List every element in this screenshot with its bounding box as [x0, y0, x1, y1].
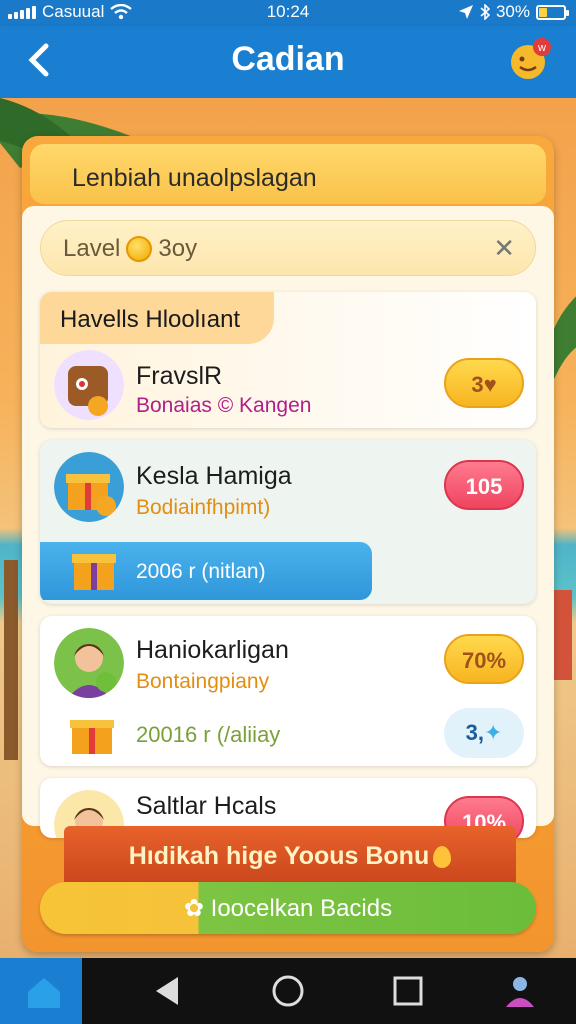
bottom-nav: [0, 958, 576, 1024]
drop-icon: [433, 846, 452, 868]
score-badge[interactable]: 105: [444, 460, 524, 510]
score-badge[interactable]: 70%: [444, 634, 524, 684]
card-name: Haniokarligan: [136, 636, 289, 664]
home-nav-icon[interactable]: [268, 971, 308, 1011]
card-name: Saltlar Hcals: [136, 792, 277, 820]
card-subtitle: Bontaingpiany: [136, 670, 270, 693]
reward-text: 20016 r (/aliiay: [136, 722, 281, 747]
battery-icon: [536, 4, 569, 20]
card-name: Kesla Hamiga: [136, 462, 292, 490]
close-icon: ✕: [493, 233, 515, 263]
card-name: FravslR: [136, 362, 223, 390]
heart-icon: ♥: [483, 372, 497, 397]
bluetooth-icon: [480, 4, 490, 20]
location-icon: [458, 5, 473, 19]
home-icon: [28, 978, 60, 1008]
level-value: 3oy: [158, 235, 198, 262]
avatar-notification-icon[interactable]: w: [508, 36, 554, 82]
leaderboard-card[interactable]: Haniokarligan Bontaingpiany 70% 20016 r …: [40, 616, 536, 766]
recents-nav-icon[interactable]: [388, 971, 428, 1011]
home-tab[interactable]: [0, 958, 82, 1024]
notification-badge: w: [537, 42, 546, 54]
coin-icon: [126, 236, 153, 262]
profile-nav-icon[interactable]: [500, 971, 540, 1011]
gift-icon: [70, 720, 114, 754]
section-tag: Havells Hloolıant: [40, 292, 274, 344]
panel-title: Lenbiah unaolpslagan: [30, 144, 546, 204]
card-subtitle: Bodiainfhpimt): [136, 496, 271, 519]
score-value: 3: [471, 372, 484, 397]
reward-value: 3,: [465, 720, 484, 745]
bonus-banner: Hıdikah hige Yoous Bonu: [46, 826, 534, 886]
back-nav-icon[interactable]: [148, 971, 188, 1011]
cta-row: ✿ Ioocelkan Bacids: [40, 894, 536, 923]
avatar-icon: [54, 628, 124, 698]
leaderboard-card[interactable]: Havells Hloolıant FravslR Bonaias © Kang…: [40, 292, 536, 428]
level-row: Lavel 3oy: [63, 235, 197, 263]
card-subtitle: Bonaias © Kangen: [136, 394, 312, 417]
claim-button[interactable]: ✿ Ioocelkan Bacids: [40, 882, 536, 934]
progress-text: 2006 r (nitlan): [136, 560, 266, 583]
avatar-icon: [54, 350, 124, 420]
score-badge[interactable]: 3♥: [444, 358, 524, 408]
gift-avatar-icon: [54, 452, 124, 522]
status-bar: Casuual 10:24 30%: [0, 0, 576, 26]
level-label: Lavel: [63, 235, 121, 262]
level-bar: Lavel 3oy ✕: [40, 220, 536, 276]
gift-icon: [72, 554, 116, 590]
battery-percent: 30%: [495, 2, 530, 21]
banner-text: Hıdikah hige Yoous Bonu: [128, 842, 430, 870]
cta-label: Ioocelkan Bacids: [210, 895, 393, 922]
reward-badge[interactable]: 3,✦: [444, 708, 524, 758]
banner-row: Hıdikah hige Yoous Bonu: [64, 842, 516, 871]
page-title: Cadian: [231, 40, 345, 78]
main-panel: Lenbiah unaolpslagan Lavel 3oy ✕ Havells…: [22, 136, 554, 952]
leaderboard-card[interactable]: Kesla Hamiga Bodiainfhpimt) 105 2006 r (…: [40, 440, 536, 604]
gear-icon: ✿: [183, 895, 204, 922]
app-header: Cadian w: [0, 26, 576, 98]
puzzle-icon: ✦: [483, 720, 503, 745]
status-right: 30%: [458, 2, 569, 22]
close-button[interactable]: ✕: [493, 233, 515, 264]
